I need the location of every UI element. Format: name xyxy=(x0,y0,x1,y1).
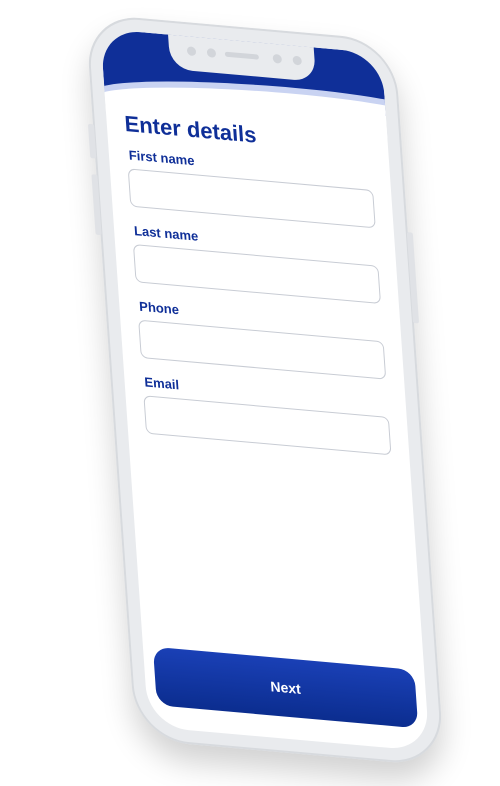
sensor-dot xyxy=(206,48,217,58)
front-camera xyxy=(292,55,303,66)
sensor-dot xyxy=(272,53,283,64)
speaker-grille xyxy=(224,51,260,60)
form-content: Enter details First name Last name Phone… xyxy=(124,111,393,472)
sensor-dot xyxy=(186,46,197,57)
field-last-name: Last name xyxy=(131,223,382,305)
field-phone: Phone xyxy=(137,298,387,380)
volume-up-button xyxy=(87,123,97,159)
field-email: Email xyxy=(142,374,392,456)
next-button[interactable]: Next xyxy=(152,646,419,729)
phone-screen: Enter details First name Last name Phone… xyxy=(100,28,430,752)
volume-down-button xyxy=(91,174,102,236)
field-first-name: First name xyxy=(126,147,376,229)
phone-frame: Enter details First name Last name Phone… xyxy=(85,13,445,767)
power-button xyxy=(406,232,420,324)
stage: Enter details First name Last name Phone… xyxy=(0,0,500,786)
